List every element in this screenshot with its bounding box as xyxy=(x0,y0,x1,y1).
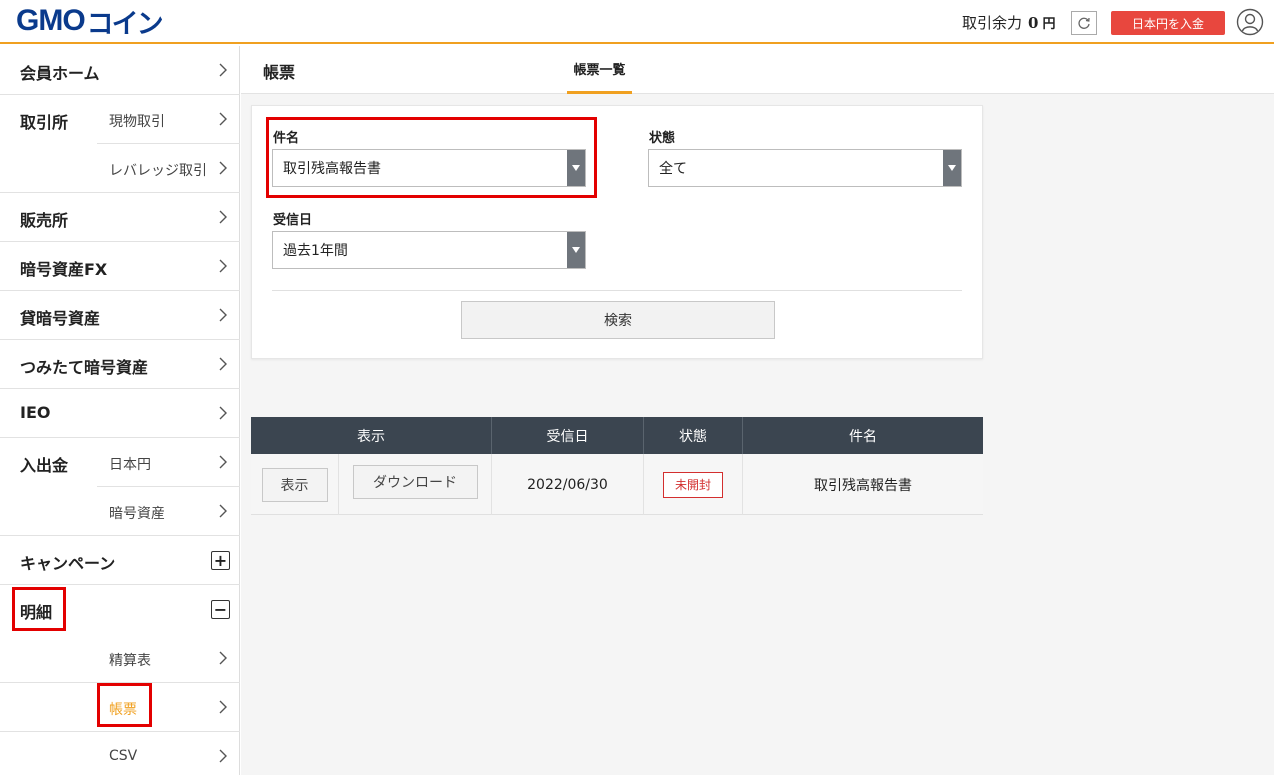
gmo-coin-logo[interactable]: GMO コイン xyxy=(16,4,164,40)
sidebar-item-tsumitate[interactable]: つみたて暗号資産 xyxy=(0,340,240,389)
sidebar-item-deposit-crypto[interactable]: 暗号資産 xyxy=(0,487,240,536)
dropdown-arrow-icon xyxy=(567,150,585,186)
chevron-right-icon xyxy=(219,406,227,420)
table-row: 表示 ダウンロード 2022/06/30 未開封 取引残高報告書 xyxy=(251,454,983,515)
highlight-report xyxy=(97,683,152,727)
column-header-view: 表示 xyxy=(251,417,492,454)
subject-label: 件名 xyxy=(273,131,300,146)
status-label: 状態 xyxy=(649,131,676,146)
chevron-right-icon xyxy=(219,308,227,322)
sidebar-item-crypto-fx[interactable]: 暗号資産FX xyxy=(0,242,240,291)
chevron-right-icon xyxy=(219,161,227,175)
sidebar-item-label: 取引所 xyxy=(20,113,69,132)
sidebar-item-exchange-leverage[interactable]: レバレッジ取引 xyxy=(0,144,240,193)
collapse-minus-icon[interactable]: − xyxy=(211,600,230,619)
status-cell: 未開封 xyxy=(644,454,743,515)
chevron-right-icon xyxy=(219,504,227,518)
sidebar-item-label: 販売所 xyxy=(20,211,69,230)
chevron-right-icon xyxy=(219,749,227,763)
subject-select[interactable]: 取引残高報告書 xyxy=(272,149,586,187)
view-cell: 表示 xyxy=(251,454,339,515)
table-header: 表示 受信日 状態 件名 xyxy=(251,417,983,454)
received-date-select-value: 過去1年間 xyxy=(283,243,348,259)
form-divider xyxy=(272,290,962,291)
trading-balance: 取引余力 0 円 xyxy=(962,12,1055,33)
search-form-card: 件名 取引残高報告書 状態 全て 受信日 過去1年間 検索 xyxy=(251,105,983,359)
balance-unit: 円 xyxy=(1042,17,1056,32)
sidebar-item-label: 貸暗号資産 xyxy=(20,309,101,328)
sidebar-item-ieo[interactable]: IEO xyxy=(0,389,240,438)
sidebar-item-sales[interactable]: 販売所 xyxy=(0,193,240,242)
sidebar-item-campaign[interactable]: キャンペーン + xyxy=(0,536,240,585)
chevron-right-icon xyxy=(219,651,227,665)
sidebar: 会員ホーム 取引所 現物取引 レバレッジ取引 販売所 暗号資産FX 貸暗号資産 … xyxy=(0,46,240,775)
status-badge: 未開封 xyxy=(663,471,723,498)
sidebar-item-label: IEO xyxy=(20,403,51,422)
sidebar-item-label: つみたて暗号資産 xyxy=(20,358,149,377)
top-header: GMO コイン 取引余力 0 円 日本円を入金 xyxy=(0,0,1274,44)
refresh-icon xyxy=(1078,17,1090,29)
received-date-select[interactable]: 過去1年間 xyxy=(272,231,586,269)
chevron-right-icon xyxy=(219,259,227,273)
sidebar-item-label: 会員ホーム xyxy=(20,64,100,83)
received-date-label: 受信日 xyxy=(273,213,313,228)
sidebar-item-csv[interactable]: CSV xyxy=(0,732,240,775)
chevron-right-icon xyxy=(219,112,227,126)
dropdown-arrow-icon xyxy=(567,232,585,268)
balance-value: 0 xyxy=(1028,13,1039,32)
tab-report-list[interactable]: 帳票一覧 xyxy=(567,46,632,94)
view-button[interactable]: 表示 xyxy=(261,467,328,502)
subject-cell: 取引残高報告書 xyxy=(814,477,912,494)
search-button[interactable]: 検索 xyxy=(461,301,775,339)
expand-plus-icon[interactable]: + xyxy=(211,551,230,570)
highlight-statement xyxy=(12,587,66,631)
sidebar-item-label: キャンペーン xyxy=(20,554,116,573)
sidebar-item-lending[interactable]: 貸暗号資産 xyxy=(0,291,240,340)
user-account-icon[interactable] xyxy=(1236,8,1264,36)
column-header-status: 状態 xyxy=(644,417,743,454)
sidebar-subitem-label: 現物取引 xyxy=(109,114,165,130)
sidebar-item-label: 入出金 xyxy=(20,456,69,475)
download-cell: ダウンロード xyxy=(339,454,492,515)
download-button[interactable]: ダウンロード xyxy=(352,464,478,499)
status-select-value: 全て xyxy=(659,161,687,177)
dropdown-arrow-icon xyxy=(943,150,961,186)
sidebar-subitem-label: CSV xyxy=(109,748,138,764)
sidebar-subitem-label: 暗号資産 xyxy=(109,506,165,522)
subject-select-value: 取引残高報告書 xyxy=(283,161,381,177)
sidebar-item-member-home[interactable]: 会員ホーム xyxy=(0,46,240,95)
chevron-right-icon xyxy=(219,63,227,77)
sidebar-item-settlement[interactable]: 精算表 xyxy=(0,634,240,683)
main-content: 帳票 帳票一覧 件名 取引残高報告書 状態 全て 受信日 過去1年間 検索 表示… xyxy=(241,46,1274,775)
page-header: 帳票 帳票一覧 xyxy=(241,46,1274,94)
logo-latin: GMO xyxy=(16,4,86,37)
column-header-received-date: 受信日 xyxy=(492,417,644,454)
chevron-right-icon xyxy=(219,455,227,469)
balance-label: 取引余力 xyxy=(962,14,1023,32)
deposit-jpy-button[interactable]: 日本円を入金 xyxy=(1111,11,1225,35)
refresh-button[interactable] xyxy=(1071,11,1097,35)
received-date-cell: 2022/06/30 xyxy=(492,454,644,515)
status-select[interactable]: 全て xyxy=(648,149,962,187)
page-title: 帳票 xyxy=(263,63,296,82)
chevron-right-icon xyxy=(219,700,227,714)
column-header-subject: 件名 xyxy=(849,428,877,445)
chevron-right-icon xyxy=(219,357,227,371)
chevron-right-icon xyxy=(219,210,227,224)
sidebar-item-label: 暗号資産FX xyxy=(20,260,108,279)
sidebar-item-deposit-jpy[interactable]: 入出金 日本円 xyxy=(0,438,240,487)
sidebar-subitem-label: 精算表 xyxy=(109,653,151,669)
sidebar-subitem-label: 日本円 xyxy=(109,457,151,473)
sidebar-item-exchange-spot[interactable]: 取引所 現物取引 xyxy=(0,95,240,144)
sidebar-subitem-label: レバレッジ取引 xyxy=(109,163,207,179)
logo-kana: コイン xyxy=(86,8,164,40)
